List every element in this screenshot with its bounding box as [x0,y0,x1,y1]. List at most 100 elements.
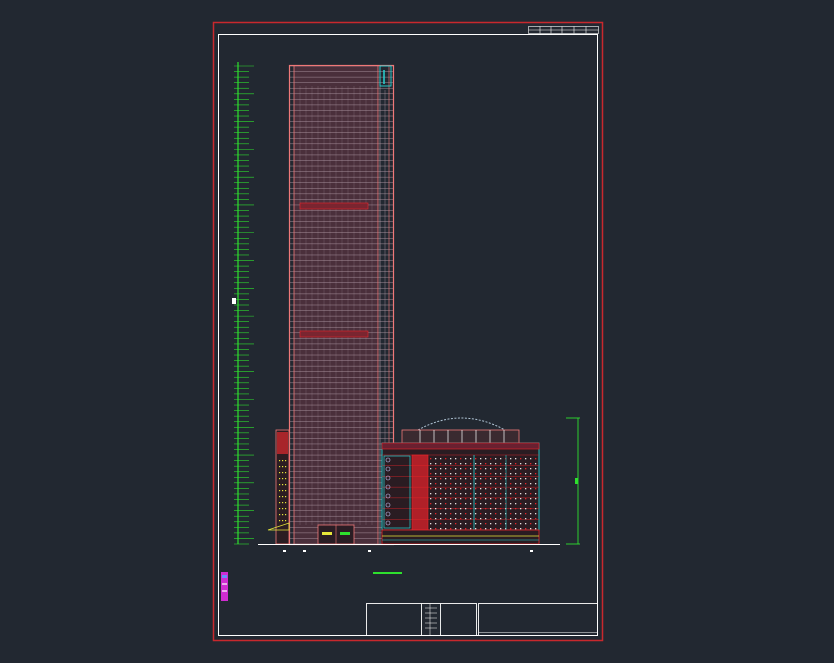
roof-crown [379,65,392,87]
podium-window [475,458,477,460]
podium-window [475,478,477,480]
left-annex [267,429,290,545]
podium-window [510,463,512,465]
annex-window [279,466,281,468]
podium-window [460,468,462,470]
podium-window [450,488,452,490]
podium-window [510,528,512,530]
podium-window [525,498,527,500]
podium-window [535,488,537,490]
podium-window [440,508,442,510]
title-block [366,603,598,636]
podium-window [515,503,517,505]
podium-window [510,458,512,460]
podium-window [500,513,502,515]
annex-window [285,472,287,474]
annex-window [279,514,281,516]
podium-window [435,493,437,495]
podium-window [430,518,432,520]
podium-window [455,458,457,460]
podium-window [460,513,462,515]
podium-window [480,498,482,500]
podium-window [455,468,457,470]
podium-window [515,508,517,510]
annex-window [279,508,281,510]
podium-window [535,468,537,470]
podium-window [445,458,447,460]
podium-window [535,493,537,495]
podium-window [490,518,492,520]
podium-window [525,463,527,465]
annex-window [282,490,284,492]
podium-window [490,508,492,510]
podium-window [515,478,517,480]
podium-window [455,528,457,530]
podium-window [520,493,522,495]
podium-window [535,523,537,525]
podium-window [470,528,472,530]
podium-window [500,503,502,505]
podium-window [495,523,497,525]
podium-window [525,478,527,480]
annex-window [282,514,284,516]
podium-window [520,518,522,520]
podium-window [445,528,447,530]
podium-window [450,468,452,470]
podium-window [450,528,452,530]
podium-window [450,478,452,480]
podium-window [515,513,517,515]
podium-window [475,473,477,475]
podium-window [520,478,522,480]
axis-ticks [283,550,533,552]
podium-window [485,513,487,515]
podium-window [525,513,527,515]
podium-window [440,528,442,530]
podium-window [525,518,527,520]
annex-window [279,460,281,462]
podium-window [495,478,497,480]
cad-viewport[interactable] [0,0,834,659]
podium-window [525,523,527,525]
podium-window [450,518,452,520]
podium-window [450,503,452,505]
podium-window [490,523,492,525]
podium-window [470,458,472,460]
podium-window [455,508,457,510]
podium-window [460,478,462,480]
podium-window [480,493,482,495]
podium-window [445,503,447,505]
podium-window [470,498,472,500]
podium-window [480,463,482,465]
podium-window [430,508,432,510]
podium-window [465,463,467,465]
annex-window [282,496,284,498]
sheet-border [212,21,604,642]
podium-window [535,503,537,505]
podium-window [495,473,497,475]
podium-window [450,463,452,465]
podium-window [475,508,477,510]
annex-window [285,484,287,486]
annex-window [282,472,284,474]
podium-window [430,473,432,475]
podium-window [445,483,447,485]
annex-window [279,472,281,474]
podium-window [510,498,512,500]
podium-window [515,523,517,525]
podium-window [460,528,462,530]
podium-window [430,483,432,485]
podium-window [495,468,497,470]
podium-window [430,498,432,500]
podium-window [490,473,492,475]
podium-window [440,498,442,500]
podium-window [435,478,437,480]
podium-window [435,523,437,525]
annex-window [279,490,281,492]
podium-window [500,488,502,490]
podium-window [480,483,482,485]
podium-window [445,508,447,510]
podium-window [435,468,437,470]
podium-window [500,478,502,480]
annex-window [285,490,287,492]
podium-window [495,463,497,465]
